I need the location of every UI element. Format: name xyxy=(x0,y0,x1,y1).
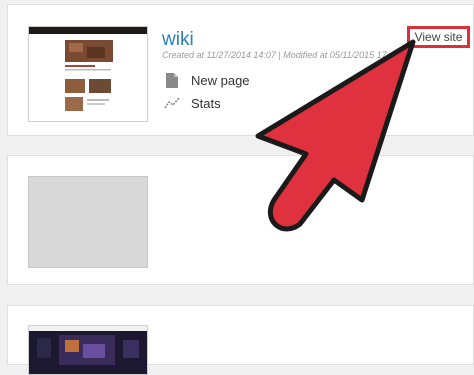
site-card: wiki Created at 11/27/2014 14:07 | Modif… xyxy=(7,4,474,136)
site-title-link[interactable]: wiki xyxy=(162,29,194,51)
site-card xyxy=(7,155,474,285)
view-site-button[interactable]: View site xyxy=(407,26,470,48)
document-icon xyxy=(164,72,180,88)
stats-action[interactable]: Stats xyxy=(164,95,221,111)
new-page-action[interactable]: New page xyxy=(164,72,250,88)
site-meta-dates: Created at 11/27/2014 14:07 | Modified a… xyxy=(162,50,387,60)
site-thumbnail[interactable] xyxy=(28,26,148,122)
new-page-label: New page xyxy=(191,72,250,88)
thumbnail-preview-image xyxy=(29,326,147,374)
site-card xyxy=(7,305,474,375)
stats-chart-icon xyxy=(164,95,180,111)
thumbnail-preview-image xyxy=(29,27,147,121)
stats-label: Stats xyxy=(191,95,221,111)
site-thumbnail-placeholder[interactable] xyxy=(28,176,148,268)
site-thumbnail[interactable] xyxy=(28,325,148,375)
